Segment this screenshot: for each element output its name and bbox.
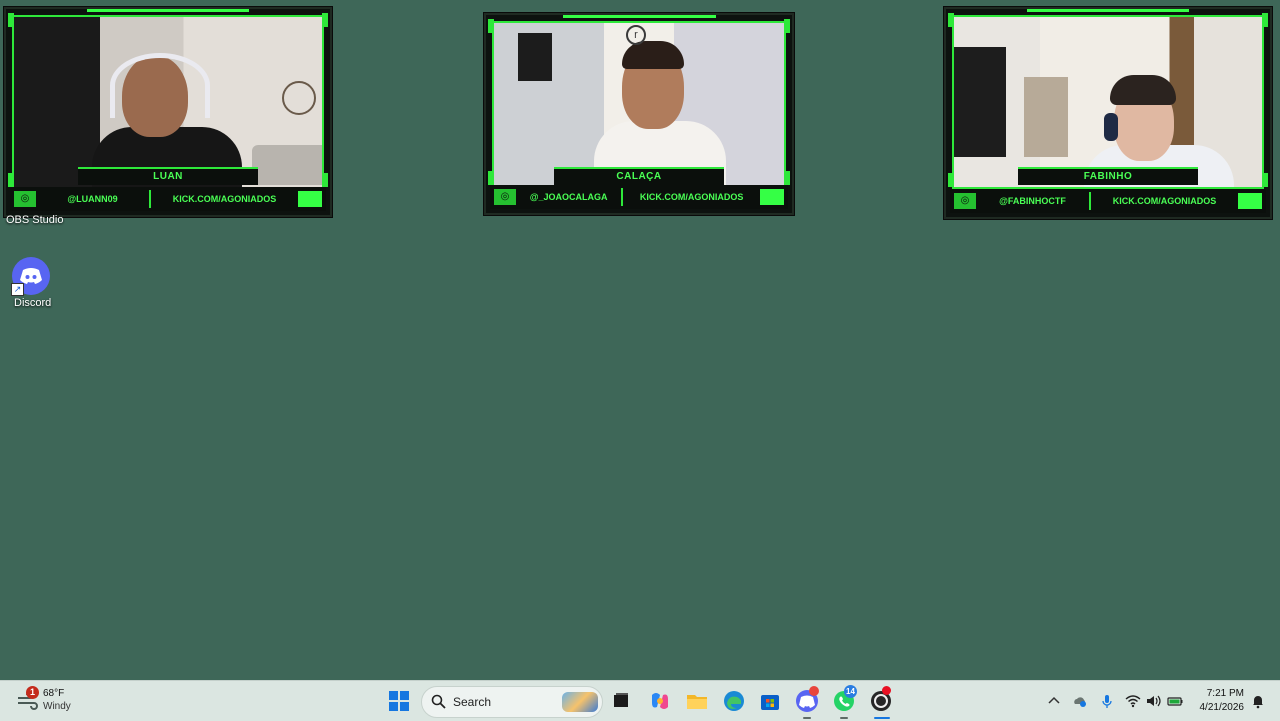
weather-temperature: 68°F <box>43 688 65 699</box>
search-label: Search <box>453 695 492 709</box>
frame-glow <box>1027 9 1189 12</box>
obs-studio-desktop-label[interactable]: OBS Studio <box>6 214 63 226</box>
search-icon <box>431 694 446 709</box>
clock-date: 4/21/2026 <box>1199 702 1245 713</box>
webcam-overlay-fabinho: FABINHO ◎ @FABINHOCTF KICK.COM/AGONIADOS <box>944 7 1272 219</box>
search-highlight-image <box>562 692 598 712</box>
clock-time: 7:21 PM <box>1206 688 1244 699</box>
file-explorer-icon[interactable] <box>685 689 709 713</box>
webcam-overlay-luan: LUAN ◎ @LUANN09 KICK.COM/AGONIADOS <box>4 7 332 217</box>
weather-alert-badge: 1 <box>26 686 39 699</box>
wall-mirror <box>282 81 316 115</box>
windows-start-icon[interactable] <box>389 691 409 711</box>
overlay-info-bar: ◎ @FABINHOCTF KICK.COM/AGONIADOS <box>950 189 1266 213</box>
frame-glow <box>562 15 716 18</box>
wall-tv <box>518 33 552 81</box>
active-app-indicator <box>874 717 890 719</box>
frame-corner <box>488 19 494 33</box>
frame-corner <box>8 173 14 187</box>
shortcut-arrow-icon: ↗ <box>11 283 24 296</box>
copilot-icon[interactable] <box>648 689 672 713</box>
webcam-video <box>952 15 1264 189</box>
microphone-icon[interactable] <box>1099 693 1115 709</box>
person-hair <box>1110 75 1176 105</box>
streamer-name: CALAÇA <box>554 167 724 185</box>
instagram-handle: @FABINHOCTF <box>999 196 1066 206</box>
frame-corner <box>1262 173 1268 187</box>
instagram-icon: ◎ <box>494 189 516 205</box>
frame-corner <box>322 173 328 187</box>
channel-url: KICK.COM/AGONIADOS <box>639 192 744 202</box>
weather-condition: Windy <box>43 701 71 712</box>
accent-block <box>1238 193 1262 209</box>
headphones <box>110 53 210 118</box>
accent-block <box>760 189 784 205</box>
wifi-icon[interactable] <box>1125 693 1141 709</box>
volume-icon[interactable] <box>1145 693 1161 709</box>
taskbar-search-box[interactable]: Search <box>421 686 603 718</box>
streamer-name: LUAN <box>78 167 258 185</box>
running-indicator <box>803 717 811 719</box>
streamer-name: FABINHO <box>1018 167 1198 185</box>
recording-dot <box>882 686 891 695</box>
discord-desktop-label: Discord <box>14 297 52 309</box>
channel-url: KICK.COM/AGONIADOS <box>172 194 277 204</box>
battery-icon[interactable] <box>1167 693 1183 709</box>
frame-corner <box>8 13 14 27</box>
chevron-up-icon[interactable] <box>1046 693 1062 709</box>
webcam-video: r <box>492 21 786 187</box>
running-indicator <box>840 717 848 719</box>
webcam-overlay-calaca: r CALAÇA ◎ @_JOAOCALAGA KICK.COM/AGONIAD… <box>484 13 794 215</box>
instagram-handle: @LUANN09 <box>67 194 118 204</box>
frame-corner <box>1262 13 1268 27</box>
task-view-icon[interactable] <box>609 689 633 713</box>
logo-mark: r <box>626 25 646 45</box>
instagram-handle: @_JOAOCALAGA <box>529 192 608 202</box>
person-hair <box>622 41 684 69</box>
whatsapp-unread-badge: 14 <box>844 685 857 698</box>
microsoft-store-icon[interactable] <box>758 689 782 713</box>
wall-screen <box>954 47 1006 157</box>
overlay-info-bar: ◎ @_JOAOCALAGA KICK.COM/AGONIADOS <box>490 185 788 209</box>
webcam-scene <box>14 17 322 187</box>
taskbar: 1 68°F Windy Search 14 7:21 PM 4/21/2026 <box>0 680 1280 721</box>
edge-browser-icon[interactable] <box>722 689 746 713</box>
frame-corner <box>948 173 954 187</box>
channel-url: KICK.COM/AGONIADOS <box>1112 196 1217 206</box>
notification-badge <box>809 686 819 696</box>
frame-glow <box>87 9 249 12</box>
webcam-scene <box>954 17 1262 187</box>
instagram-icon: ◎ <box>14 191 36 207</box>
frame-corner <box>784 171 790 185</box>
couch <box>252 145 322 185</box>
overlay-info-bar: ◎ @LUANN09 KICK.COM/AGONIADOS <box>10 187 326 211</box>
frame-corner <box>948 13 954 27</box>
instagram-icon: ◎ <box>954 193 976 209</box>
shelf <box>1024 77 1068 157</box>
headset <box>1104 113 1118 141</box>
onedrive-icon[interactable] <box>1072 693 1088 709</box>
accent-block <box>298 191 322 207</box>
notification-bell-icon[interactable] <box>1250 693 1266 709</box>
frame-corner <box>488 171 494 185</box>
frame-corner <box>322 13 328 27</box>
webcam-scene: r <box>494 23 784 185</box>
webcam-video <box>12 15 324 189</box>
frame-corner <box>784 19 790 33</box>
